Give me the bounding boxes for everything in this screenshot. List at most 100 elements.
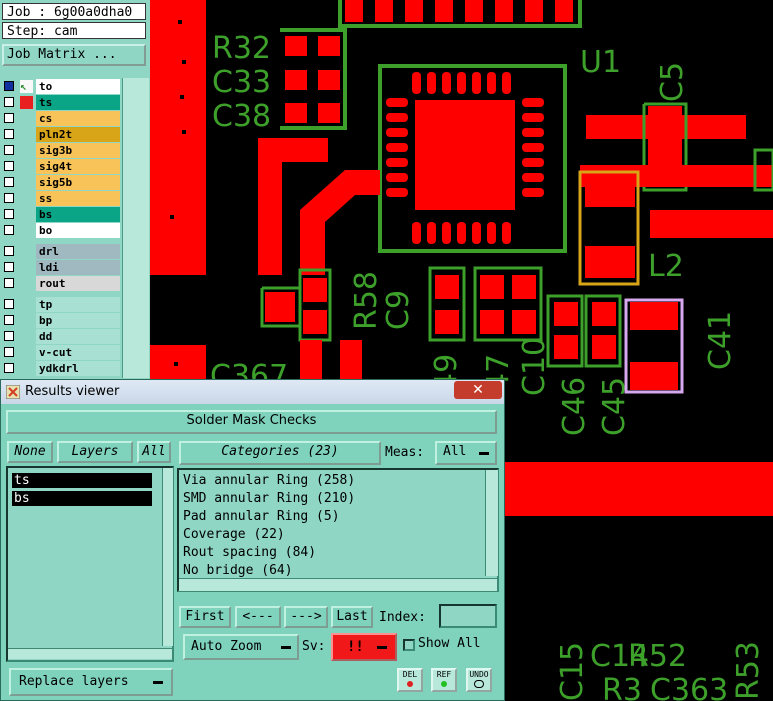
layers-button[interactable]: Layers: [57, 441, 133, 463]
pcb-refdes-label: L2: [648, 249, 684, 284]
undo-button[interactable]: UNDO: [466, 668, 492, 692]
layer-row-v-cut[interactable]: v-cut: [2, 345, 120, 360]
layer-name: drl: [36, 244, 120, 259]
pcb-refdes-label: C45: [597, 377, 632, 436]
layers-listbox[interactable]: ts bs: [6, 466, 174, 662]
category-item[interactable]: Rout spacing (84): [183, 544, 316, 562]
job-label: Job : 6g00a0dha0: [2, 3, 146, 20]
show-all-checkbox[interactable]: [403, 639, 415, 651]
dropdown-bar-icon: [377, 646, 387, 649]
severity-dropdown[interactable]: !!: [331, 633, 397, 661]
pcb-refdes-label: U1: [580, 45, 621, 80]
job-matrix-button[interactable]: Job Matrix ...: [2, 44, 146, 66]
undo-arrow-icon: [474, 680, 484, 688]
auto-zoom-dropdown[interactable]: Auto Zoom: [183, 634, 299, 660]
layer-indicator: [20, 112, 33, 125]
layer-checkbox[interactable]: [4, 129, 14, 139]
auto-zoom-value: Auto Zoom: [191, 639, 262, 654]
layers-vscroll[interactable]: [162, 468, 173, 646]
category-item[interactable]: Coverage (22): [183, 526, 285, 544]
layer-name: ldi: [36, 260, 120, 275]
layer-name: bs: [36, 207, 120, 222]
layer-checkbox[interactable]: [4, 262, 14, 272]
layer-row-sig5b[interactable]: sig5b: [2, 175, 120, 190]
categories-button[interactable]: Categories (23): [179, 441, 381, 465]
layer-indicator: [20, 346, 33, 359]
category-item[interactable]: Pad annular Ring (5): [183, 508, 340, 526]
layer-list-scrollbar[interactable]: [122, 78, 149, 378]
layer-row-bp[interactable]: bp: [2, 313, 120, 328]
layer-row-ss[interactable]: ss: [2, 191, 120, 206]
layer-row-cs[interactable]: cs: [2, 111, 120, 126]
layer-indicator: [20, 277, 33, 290]
layer-row-ldi[interactable]: ldi: [2, 260, 120, 275]
layer-row-sig4t[interactable]: sig4t: [2, 159, 120, 174]
layer-row-dd[interactable]: dd: [2, 329, 120, 344]
layer-row-ts[interactable]: ts: [2, 95, 120, 110]
pcb-refdes-label: R32: [212, 31, 271, 66]
categories-listbox[interactable]: Via annular Ring (258) SMD annular Ring (…: [177, 468, 499, 592]
last-button[interactable]: Last: [331, 606, 373, 628]
none-button[interactable]: None: [7, 441, 53, 463]
close-button[interactable]: ✕: [454, 381, 502, 399]
layer-row-to[interactable]: ↖ to: [2, 79, 120, 94]
layer-row-ydkdrl[interactable]: ydkdrl: [2, 361, 120, 376]
pcb-refdes-label: R53: [731, 641, 766, 700]
layer-checkbox[interactable]: [4, 113, 14, 123]
layer-name: tp: [36, 297, 120, 312]
app-icon: [6, 385, 20, 399]
layers-hscroll[interactable]: [8, 648, 172, 659]
layer-checkbox[interactable]: [4, 347, 14, 357]
categories-vscroll[interactable]: [485, 470, 498, 576]
results-viewer-titlebar[interactable]: Results viewer ✕: [1, 380, 504, 404]
layer-indicator: [20, 330, 33, 343]
layer-item-bs[interactable]: bs: [12, 491, 152, 506]
layer-checkbox[interactable]: [4, 145, 14, 155]
replace-layers-dropdown[interactable]: Replace layers: [9, 668, 173, 696]
index-input[interactable]: [439, 604, 497, 628]
layer-checkbox[interactable]: [4, 209, 14, 219]
layer-name: bo: [36, 223, 120, 238]
previous-button[interactable]: <---: [235, 606, 281, 628]
layer-checkbox[interactable]: [4, 225, 14, 235]
layer-row-drl[interactable]: drl: [2, 244, 120, 259]
layer-checkbox[interactable]: [4, 331, 14, 341]
del-button[interactable]: DEL: [397, 668, 423, 692]
layer-checkbox[interactable]: [4, 193, 14, 203]
dropdown-bar-icon: [479, 452, 489, 455]
layer-row-bs[interactable]: bs: [2, 207, 120, 222]
categories-hscroll[interactable]: [179, 578, 497, 591]
layer-indicator: [20, 362, 33, 375]
ref-label: REF: [436, 670, 452, 679]
category-item[interactable]: Via annular Ring (258): [183, 472, 355, 490]
layer-item-ts[interactable]: ts: [12, 473, 152, 488]
layer-checkbox[interactable]: [4, 161, 14, 171]
layer-checkbox[interactable]: [4, 315, 14, 325]
layer-checkbox[interactable]: [4, 177, 14, 187]
layer-checkbox[interactable]: [4, 97, 14, 107]
layer-row-sig3b[interactable]: sig3b: [2, 143, 120, 158]
arrow-icon: ↖: [20, 80, 33, 93]
layer-indicator: [20, 245, 33, 258]
first-button[interactable]: First: [179, 606, 231, 628]
meas-dropdown[interactable]: All: [435, 441, 497, 465]
layer-checkbox[interactable]: [4, 363, 14, 373]
next-button[interactable]: --->: [284, 606, 328, 628]
meas-value: All: [443, 444, 467, 459]
all-layers-button[interactable]: All: [137, 441, 171, 463]
layer-row-rout[interactable]: rout: [2, 276, 120, 291]
layer-row-pln2t[interactable]: pln2t: [2, 127, 120, 142]
category-item[interactable]: SMD annular Ring (210): [183, 490, 355, 508]
layer-name: rout: [36, 276, 120, 291]
layer-indicator: [20, 192, 33, 205]
layer-checkbox[interactable]: [4, 81, 14, 91]
layer-indicator: [20, 128, 33, 141]
ref-button[interactable]: REF: [431, 668, 457, 692]
layer-row-bo[interactable]: bo: [2, 223, 120, 238]
layer-checkbox[interactable]: [4, 246, 14, 256]
layer-checkbox[interactable]: [4, 278, 14, 288]
layer-indicator: [20, 144, 33, 157]
layer-row-tp[interactable]: tp: [2, 297, 120, 312]
layer-checkbox[interactable]: [4, 299, 14, 309]
layer-name: ss: [36, 191, 120, 206]
